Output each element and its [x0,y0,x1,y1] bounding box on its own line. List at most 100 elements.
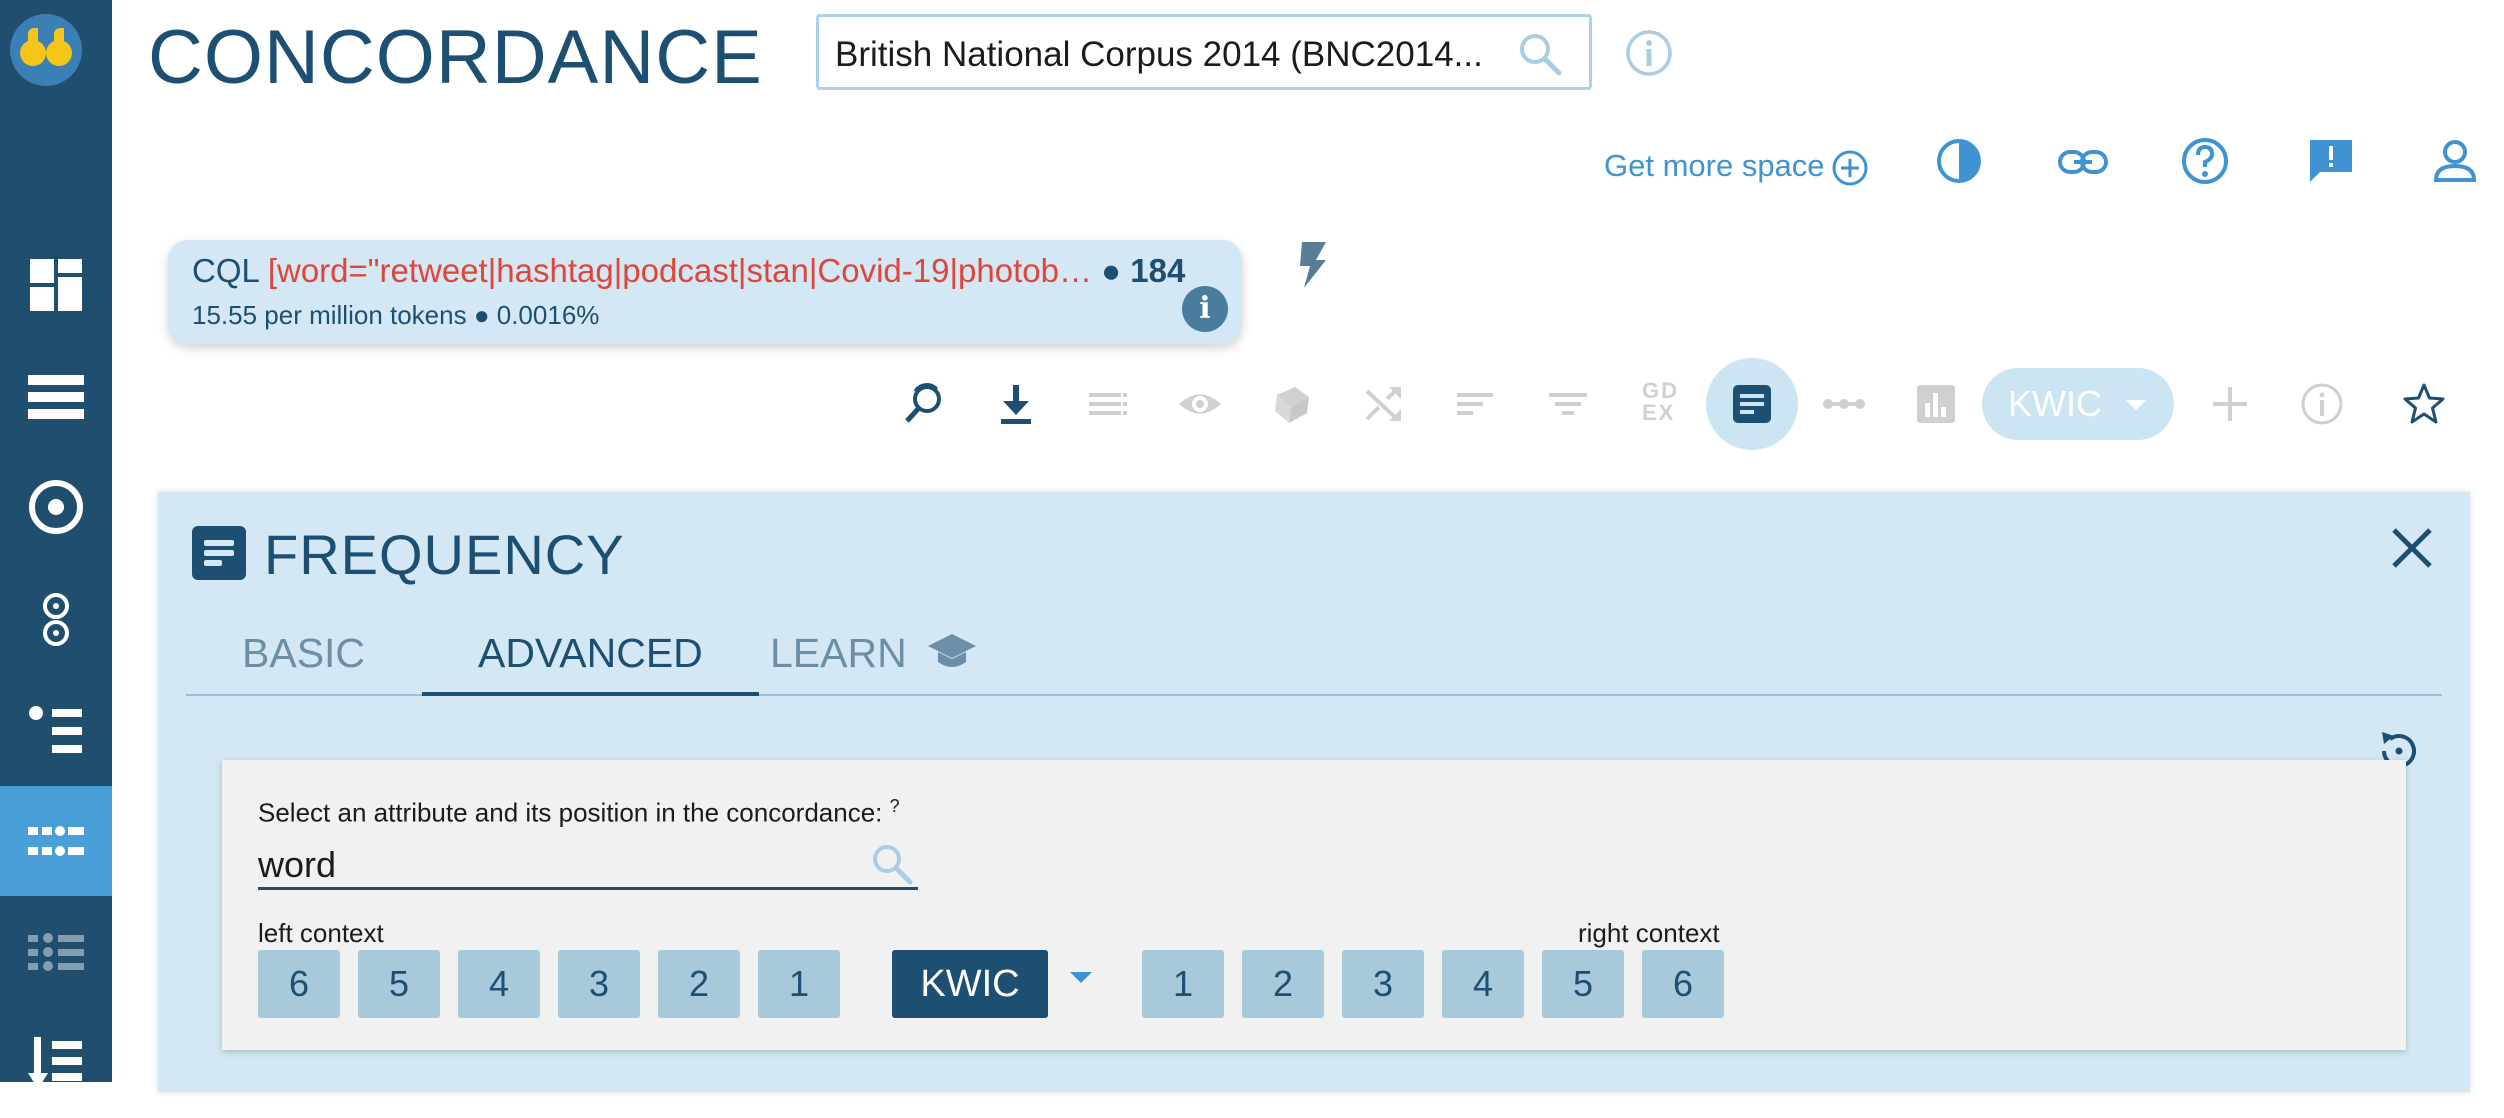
lightning-icon[interactable] [1296,240,1330,290]
chart-button[interactable] [1906,364,1966,444]
plus-icon [2213,387,2247,421]
graduation-cap-icon [928,634,977,667]
right-position-4[interactable]: 4 [1442,950,1524,1018]
chevron-down-icon [2126,400,2146,410]
kwic-position-button[interactable]: KWIC [892,950,1048,1018]
cql-query: [word="retweet|hashtag|podcast|stan|Covi… [267,252,1092,289]
view-mode-label: KWIC [2008,383,2102,424]
dice-icon [1275,387,1309,423]
plus-circle-icon [1832,150,1868,186]
sidebar [0,0,112,1089]
attribute-input[interactable]: word [258,834,918,890]
get-more-space-link[interactable]: Get more space [1604,148,1869,187]
bullet-separator: ● [1101,252,1122,289]
query-info-icon[interactable]: i [1182,286,1228,332]
sidebar-item-dashboard[interactable] [0,230,112,340]
page-title: CONCORDANCE [148,15,763,100]
download-icon [1001,385,1031,424]
sort-lines-icon [1457,393,1493,415]
right-position-2[interactable]: 2 [1242,950,1324,1018]
attribute-selector: Select an attribute and its position in … [222,760,2406,1050]
right-context-label: right context [1578,918,1720,948]
tab-basic[interactable]: BASIC [186,630,421,696]
sidebar-item-target[interactable] [0,452,112,562]
sidebar-item-concordance[interactable] [0,786,112,896]
filter-icon [1549,393,1587,415]
favorite-button[interactable] [2394,364,2454,444]
search-icon[interactable] [870,842,914,886]
left-position-1[interactable]: 1 [758,950,840,1018]
collocations-button[interactable] [1814,364,1874,444]
frequency-panel: FREQUENCY BASIC ADVANCED LEARN Select an… [158,492,2470,1092]
query-line: CQL [word="retweet|hashtag|podcast|stan|… [192,252,1185,290]
feedback-icon[interactable] [2306,136,2356,186]
gdex-label-bottom: EX [1642,400,1676,425]
add-button[interactable] [2200,364,2260,444]
left-position-6[interactable]: 6 [258,950,340,1018]
tab-learn[interactable]: LEARN [714,630,1034,696]
download-button[interactable] [986,364,1046,444]
get-more-space-label: Get more space [1604,148,1825,183]
user-icon[interactable] [2430,136,2480,186]
link-icon[interactable] [2056,140,2110,184]
help-icon[interactable] [2180,136,2230,186]
view-mode-dropdown[interactable]: KWIC [1982,368,2174,440]
history-icon[interactable] [1934,136,1984,186]
shuffle-icon [1365,387,1401,421]
bar-chart-icon [1917,385,1955,423]
corpus-selector[interactable]: British National Corpus 2014 (BNC2014... [816,14,1592,90]
left-position-3[interactable]: 3 [558,950,640,1018]
sidebar-item-wordlist[interactable] [0,676,112,786]
frequency-icon [1733,385,1771,423]
two-circles-icon [43,593,69,646]
tab-advanced[interactable]: ADVANCED [422,630,759,696]
left-position-4[interactable]: 4 [458,950,540,1018]
gdex-label-top: GD [1642,378,1679,403]
attribute-label-text: Select an attribute and its position in … [258,797,883,828]
help-mark[interactable]: ? [890,796,900,816]
gdex-button[interactable]: GD EX [1642,380,1679,424]
left-context-label: left context [258,918,384,948]
info-button[interactable] [2292,364,2352,444]
filter-button[interactable] [1538,364,1598,444]
info-icon [2301,383,2343,425]
left-position-5[interactable]: 5 [358,950,440,1018]
sort-button[interactable] [1446,364,1506,444]
tab-learn-label: LEARN [770,630,907,676]
sidebar-item-list[interactable] [0,342,112,452]
right-position-3[interactable]: 3 [1342,950,1424,1018]
frequency-panel-icon [192,526,246,580]
query-summary-card[interactable]: CQL [word="retweet|hashtag|podcast|stan|… [168,240,1242,344]
query-stats: 15.55 per million tokens ● 0.0016% [192,300,600,330]
star-icon [2403,383,2445,424]
sidebar-item-compare[interactable] [0,564,112,674]
search-icon[interactable] [1517,31,1563,77]
sort-down-icon [28,1037,82,1089]
sidebar-item-parallel[interactable] [0,898,112,1008]
target-icon [29,480,83,534]
zoom-search-icon [905,383,941,423]
dashboard-icon [30,259,82,311]
sidebar-item-sort[interactable] [0,1008,112,1118]
search-concordance-button[interactable] [896,364,956,444]
right-position-1[interactable]: 1 [1142,950,1224,1018]
attribute-value: word [258,844,337,885]
view-options-button[interactable] [1078,364,1138,444]
frequency-button[interactable] [1706,358,1798,450]
shuffle-button[interactable] [1354,364,1414,444]
left-position-2[interactable]: 2 [658,950,740,1018]
right-position-6[interactable]: 6 [1642,950,1724,1018]
visibility-button[interactable] [1170,364,1230,444]
kwic-dropdown-caret-icon[interactable] [1070,972,1092,983]
random-sample-button[interactable] [1262,364,1322,444]
sketch-engine-logo[interactable] [10,14,82,86]
frequency-tabs: BASIC ADVANCED LEARN [186,618,2442,696]
right-position-5[interactable]: 5 [1542,950,1624,1018]
corpus-info-icon[interactable] [1624,28,1674,78]
bullet-list-icon [29,706,82,753]
nodes-icon [1823,399,1865,409]
close-icon[interactable] [2390,526,2434,570]
concordance-icon [28,826,84,856]
query-type: CQL [192,252,259,289]
hit-count: 184 [1130,252,1186,289]
